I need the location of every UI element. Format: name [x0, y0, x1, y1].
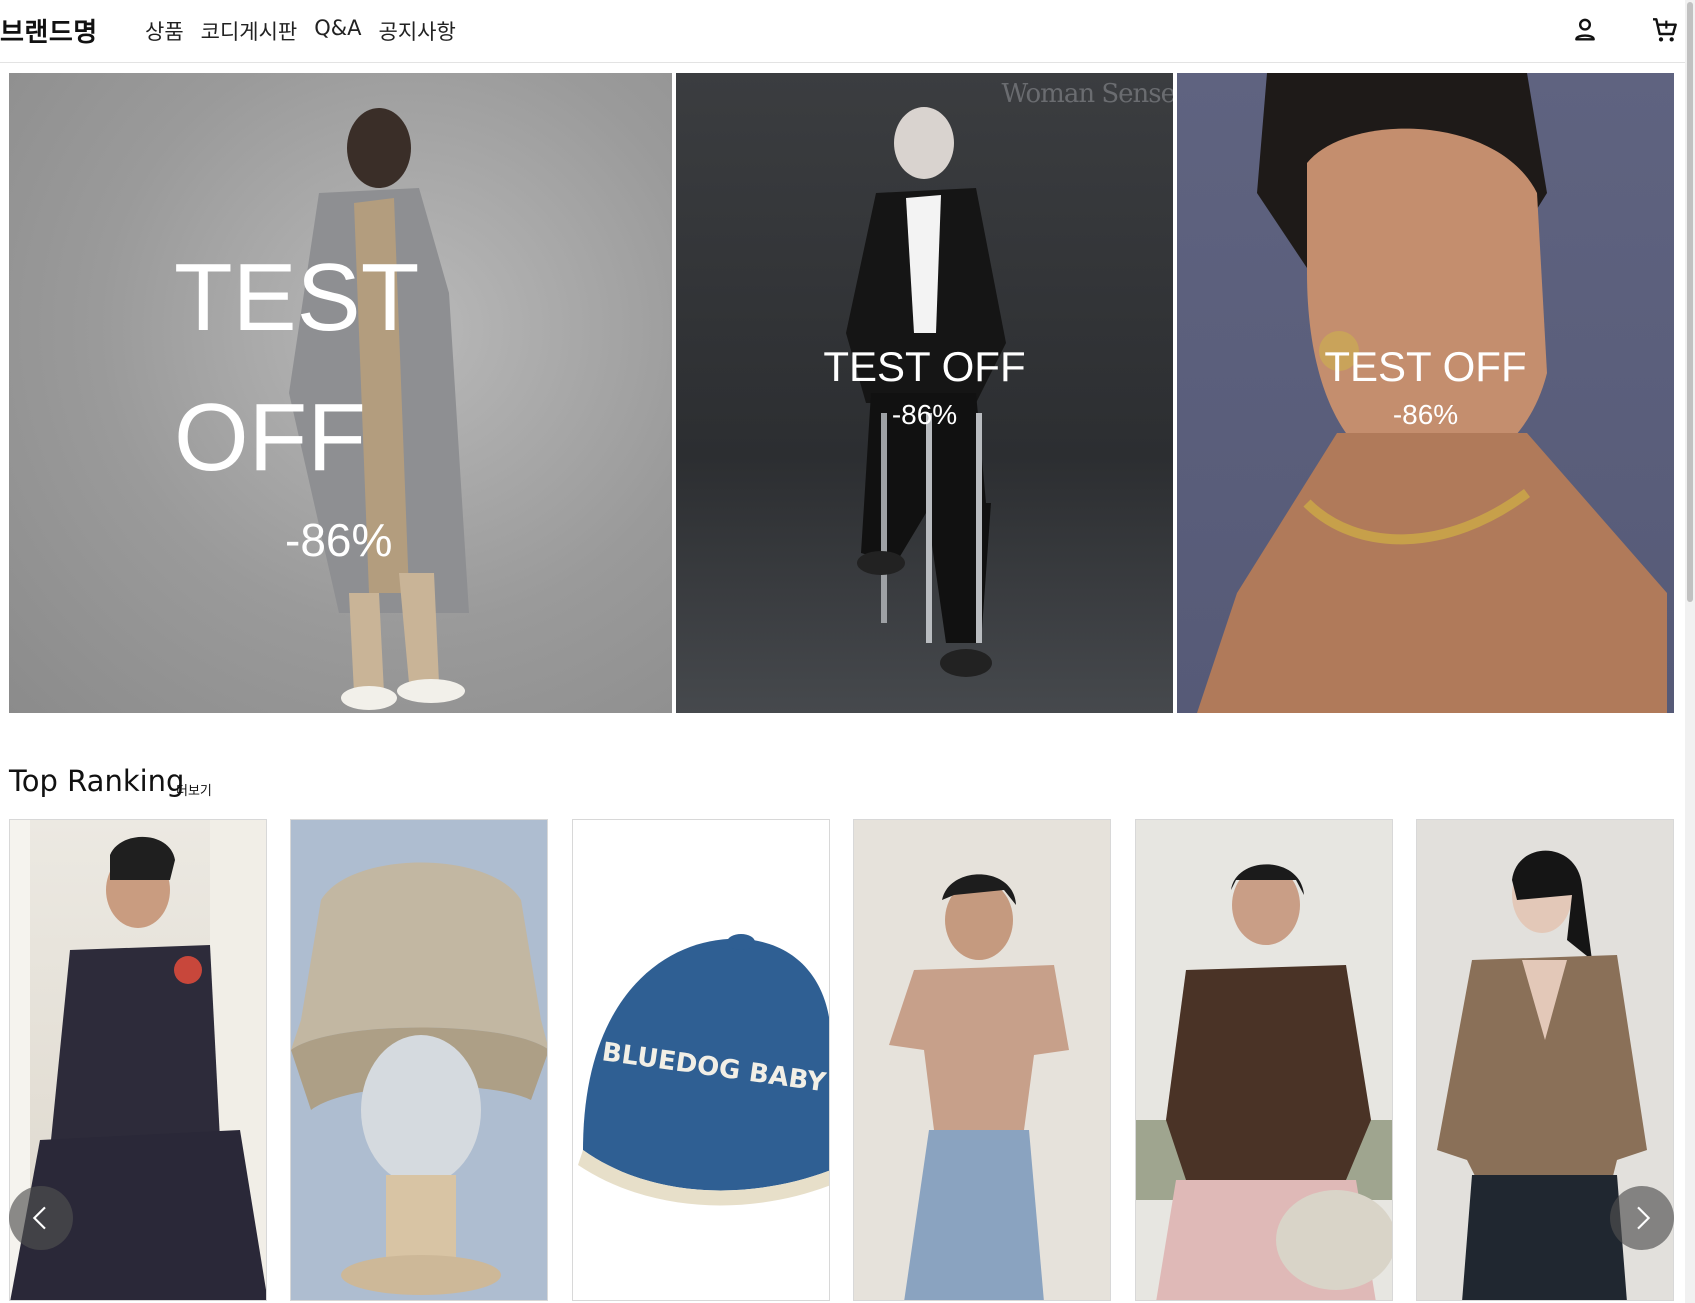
header-icons — [1395, 14, 1695, 50]
banner-3-discount: -86% — [1392, 399, 1459, 430]
promo-banner-2[interactable]: Woman Sense TEST OFF -86% — [676, 73, 1173, 713]
product-image — [889, 874, 1069, 1300]
main-nav: 상품 코디게시판 Q&A 공지사항 — [145, 16, 456, 46]
product-card[interactable] — [853, 819, 1111, 1301]
product-image — [1136, 864, 1392, 1300]
banner-1-title-line2: OFF — [174, 384, 366, 491]
brand-logo[interactable]: 브랜드명 — [0, 12, 98, 49]
banner-2-discount: -86% — [891, 399, 958, 430]
product-image: BLUEDOG BABY — [578, 934, 829, 1206]
banner-1-discount: -86% — [285, 514, 393, 566]
scrollbar-thumb[interactable] — [1687, 2, 1693, 602]
model-figure-image — [846, 107, 1006, 677]
user-icon[interactable] — [1569, 14, 1601, 46]
product-card[interactable] — [1135, 819, 1393, 1301]
chevron-left-icon — [32, 1206, 46, 1230]
site-header: 브랜드명 상품 코디게시판 Q&A 공지사항 — [0, 0, 1695, 63]
cart-icon[interactable] — [1649, 14, 1681, 46]
banner-3-title: TEST OFF — [1324, 343, 1527, 390]
page-scrollbar[interactable] — [1685, 0, 1695, 1303]
banner-1-title-line1: TEST — [174, 244, 420, 351]
product-image — [291, 862, 547, 1295]
carousel-next-button[interactable] — [1610, 1186, 1674, 1250]
nav-item-products[interactable]: 상품 — [145, 16, 184, 46]
product-card[interactable]: BLUEDOG BABY — [572, 819, 830, 1301]
carousel-prev-button[interactable] — [9, 1186, 73, 1250]
model-figure-image — [1197, 73, 1667, 713]
more-link[interactable]: 더보기 — [176, 780, 212, 799]
magazine-watermark: Woman Sense — [1001, 79, 1173, 109]
product-card[interactable] — [290, 819, 548, 1301]
promo-banner-1[interactable]: TEST OFF -86% — [9, 73, 672, 713]
section-title-top-ranking: Top Ranking — [9, 764, 185, 798]
nav-item-notice[interactable]: 공지사항 — [379, 16, 456, 46]
banner-2-title: TEST OFF — [823, 343, 1026, 390]
chevron-right-icon — [1637, 1206, 1651, 1230]
nav-item-coordi-board[interactable]: 코디게시판 — [201, 16, 298, 46]
banner-1-title: TEST OFF — [174, 228, 434, 508]
promo-banner-3[interactable]: TEST OFF -86% — [1177, 73, 1674, 713]
nav-item-qna[interactable]: Q&A — [314, 16, 361, 46]
